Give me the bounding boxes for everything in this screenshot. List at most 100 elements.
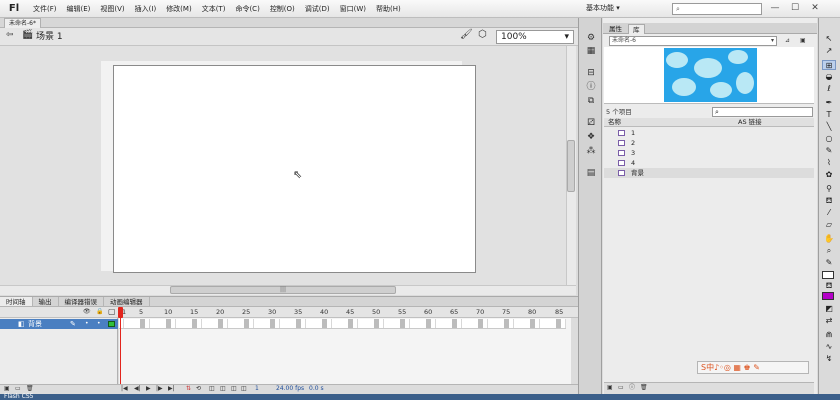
new-folder-icon[interactable]: ▭	[15, 385, 21, 393]
menu-view[interactable]: 视图(V)	[95, 0, 129, 18]
transform-icon[interactable]: ⧉	[584, 96, 598, 106]
frame-row[interactable]	[119, 319, 566, 329]
line-tool-icon[interactable]: ╲	[822, 122, 836, 132]
tab-compiler-errors[interactable]: 编译器错误	[59, 297, 104, 306]
menu-help[interactable]: 帮助(H)	[371, 0, 406, 18]
tab-motion-editor[interactable]: 动画编辑器	[104, 297, 150, 306]
zoom-select[interactable]: 100% ▾	[496, 30, 574, 44]
3d-rotation-tool-icon[interactable]: ◒	[822, 72, 836, 82]
menu-debug[interactable]: 调试(D)	[300, 0, 335, 18]
lock-icon[interactable]: 🔒	[96, 308, 103, 316]
vertical-scroll-thumb[interactable]	[567, 140, 575, 192]
subselection-tool-icon[interactable]: ↗	[822, 46, 836, 56]
lasso-tool-icon[interactable]: ℓ	[822, 84, 836, 94]
center-frame-icon[interactable]: ⇅	[186, 385, 191, 393]
selection-tool-icon[interactable]: ↖	[822, 34, 836, 44]
library-item[interactable]: 背景	[604, 168, 814, 178]
back-arrow-icon[interactable]: ⇦	[6, 31, 14, 40]
menu-modify[interactable]: 修改(M)	[161, 0, 197, 18]
new-layer-icon[interactable]: ▣	[4, 385, 10, 393]
library-document-select[interactable]: 未命名-6 ▾	[609, 36, 777, 46]
bone-tool-icon[interactable]: ⚲	[822, 184, 836, 194]
menu-text[interactable]: 文本(T)	[197, 0, 231, 18]
swap-colors-icon[interactable]: ⇄	[822, 316, 836, 326]
loop-icon[interactable]: ⟲	[196, 385, 201, 393]
motion-presets-icon[interactable]: ⁂	[584, 146, 598, 156]
zoom-tool-icon[interactable]: ⌕	[822, 246, 836, 256]
onion-skin-icon[interactable]: ◫	[209, 385, 215, 393]
horizontal-scroll-thumb[interactable]: |||	[170, 286, 396, 294]
column-name[interactable]: 名称	[608, 118, 621, 127]
tab-timeline[interactable]: 时间轴	[0, 297, 33, 306]
edit-scene-icon[interactable]: 🖌	[460, 30, 473, 40]
menu-commands[interactable]: 命令(C)	[230, 0, 264, 18]
fill-color-swatch[interactable]	[822, 292, 834, 300]
maximize-button[interactable]: ☐	[786, 1, 804, 15]
new-library-panel-icon[interactable]: ▣	[800, 37, 806, 45]
close-button[interactable]: ✕	[806, 1, 824, 15]
brush-tool-icon[interactable]: ⌇	[822, 158, 836, 168]
smooth-icon[interactable]: ∿	[822, 342, 836, 352]
black-white-icon[interactable]: ◩	[822, 304, 836, 314]
outline-icon[interactable]: ▢	[108, 308, 116, 316]
column-linkage[interactable]: AS 链接	[738, 118, 762, 127]
workspace-switcher[interactable]: 基本功能 ▾	[586, 3, 620, 13]
onion-outline-icon[interactable]: ◫	[220, 385, 226, 393]
properties-icon[interactable]: ⓘ	[629, 384, 635, 392]
eye-icon[interactable]: 👁	[83, 308, 91, 316]
layer-visible-dot[interactable]: •	[85, 320, 89, 327]
straighten-icon[interactable]: ↯	[822, 354, 836, 364]
deco-tool-icon[interactable]: ✿	[822, 170, 836, 180]
library-item[interactable]: 3	[604, 148, 814, 158]
previous-frame-icon[interactable]: ◀|	[134, 385, 141, 393]
pencil-tool-icon[interactable]: ✎	[822, 146, 836, 156]
library-item[interactable]: 4	[604, 158, 814, 168]
color-panel-icon[interactable]: ⚙	[584, 33, 598, 43]
ime-toolbar[interactable]: S中♪◦◎ ▦ ♚ ✎	[697, 361, 809, 374]
project-icon[interactable]: ▤	[584, 168, 598, 178]
swatches-icon[interactable]: ▦	[584, 46, 598, 56]
edit-multiple-icon[interactable]: ◫	[231, 385, 237, 393]
library-item[interactable]: 2	[604, 138, 814, 148]
library-search-input[interactable]: ⌕	[712, 107, 813, 117]
code-snippets-icon[interactable]: ⚂	[584, 118, 598, 128]
play-icon[interactable]: ▶	[146, 385, 151, 393]
align-icon[interactable]: ⊟	[584, 68, 598, 78]
delete-layer-icon[interactable]: 🗑	[26, 385, 34, 393]
components-icon[interactable]: ❖	[584, 132, 598, 142]
pen-tool-icon[interactable]: ✒	[822, 98, 836, 108]
pin-icon[interactable]: ⊿	[785, 37, 790, 45]
menu-edit[interactable]: 编辑(E)	[62, 0, 96, 18]
layer-outline-color[interactable]	[108, 321, 115, 327]
tab-output[interactable]: 输出	[33, 297, 59, 306]
info-icon[interactable]: ⓘ	[584, 82, 598, 92]
first-frame-icon[interactable]: |◀	[121, 385, 128, 393]
stroke-color-swatch[interactable]	[822, 271, 834, 279]
next-frame-icon[interactable]: |▶	[156, 385, 163, 393]
text-tool-icon[interactable]: T	[822, 110, 836, 120]
new-folder-icon[interactable]: ▭	[618, 384, 624, 392]
free-transform-tool-icon[interactable]: ⊞	[822, 60, 836, 70]
delete-icon[interactable]: 🗑	[640, 384, 648, 392]
tab-properties[interactable]: 属性	[605, 24, 626, 34]
layer-name[interactable]: 背景	[28, 319, 42, 329]
layer-lock-dot[interactable]: •	[97, 320, 101, 327]
paint-bucket-tool-icon[interactable]: ⛾	[822, 196, 836, 206]
playhead[interactable]	[120, 307, 121, 387]
frame-rate[interactable]: 24.00 fps	[276, 385, 304, 393]
document-tab[interactable]: 未命名-6*	[4, 18, 41, 28]
taskbar-app-label[interactable]: Flash CS5	[4, 393, 33, 400]
hand-tool-icon[interactable]: ✋	[822, 234, 836, 244]
library-item[interactable]: 1	[604, 128, 814, 138]
minimize-button[interactable]: —	[766, 1, 784, 15]
menu-insert[interactable]: 插入(I)	[130, 0, 162, 18]
last-frame-icon[interactable]: ▶|	[168, 385, 175, 393]
eraser-tool-icon[interactable]: ▱	[822, 220, 836, 230]
onion-markers-icon[interactable]: ◫	[241, 385, 247, 393]
menu-window[interactable]: 窗口(W)	[335, 0, 371, 18]
edit-symbols-icon[interactable]: ⬡	[478, 30, 487, 40]
menu-file[interactable]: 文件(F)	[28, 0, 62, 18]
tab-library[interactable]: 库	[628, 24, 645, 34]
help-search-input[interactable]: ⌕	[672, 3, 762, 15]
menu-control[interactable]: 控制(O)	[265, 0, 300, 18]
